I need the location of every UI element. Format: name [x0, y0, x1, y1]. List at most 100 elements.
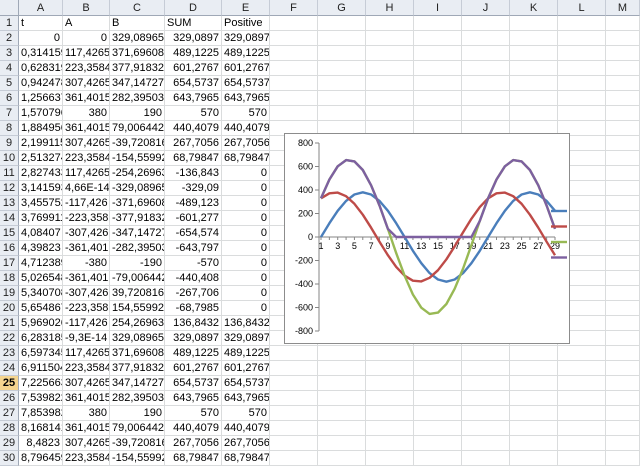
row-header[interactable]: 18 [0, 271, 19, 286]
cell[interactable]: -223,358 [63, 301, 110, 316]
cell[interactable]: 223,3584 [63, 361, 110, 376]
cell[interactable] [318, 406, 366, 421]
cell[interactable] [414, 406, 462, 421]
column-header-k[interactable]: K [510, 0, 558, 16]
cell[interactable] [414, 76, 462, 91]
cell[interactable] [558, 421, 606, 436]
cell[interactable] [414, 436, 462, 451]
cell[interactable] [462, 16, 510, 31]
cell[interactable] [558, 451, 606, 466]
row-header[interactable]: 1 [0, 16, 19, 31]
cell[interactable]: 0 [19, 31, 63, 46]
cell[interactable]: 489,1225 [222, 346, 270, 361]
cell[interactable]: 79,00644251 [110, 421, 165, 436]
cell[interactable]: 0,628319 [19, 61, 63, 76]
cell[interactable]: 6,597345 [19, 346, 63, 361]
cell[interactable]: 0 [222, 211, 270, 226]
cell[interactable] [366, 61, 414, 76]
column-header-b[interactable]: B [63, 0, 110, 16]
cell[interactable]: 5,026548 [19, 271, 63, 286]
cell[interactable] [558, 46, 606, 61]
cell[interactable]: 489,1225 [222, 46, 270, 61]
cell[interactable]: 3,769911 [19, 211, 63, 226]
cell[interactable]: 5,654867 [19, 301, 63, 316]
cell[interactable] [318, 436, 366, 451]
cell[interactable]: 0 [222, 196, 270, 211]
row-header[interactable]: 4 [0, 61, 19, 76]
cell[interactable]: 307,4265 [63, 76, 110, 91]
cell[interactable] [606, 166, 640, 181]
cell[interactable] [606, 376, 640, 391]
cell[interactable]: 223,3584 [63, 61, 110, 76]
cell[interactable]: B [110, 16, 165, 31]
cell[interactable]: 0 [222, 286, 270, 301]
cell[interactable] [558, 436, 606, 451]
column-header-e[interactable]: E [222, 0, 270, 16]
cell[interactable]: 643,7965 [222, 91, 270, 106]
cell[interactable]: 377,9183202 [110, 361, 165, 376]
cell[interactable]: 570 [222, 406, 270, 421]
row-header[interactable]: 30 [0, 451, 19, 466]
cell[interactable]: 68,79847 [165, 151, 222, 166]
row-header[interactable]: 3 [0, 46, 19, 61]
row-header[interactable]: 14 [0, 211, 19, 226]
cell[interactable]: -440,408 [165, 271, 222, 286]
cell[interactable]: 570 [165, 406, 222, 421]
cell[interactable]: -307,426 [63, 226, 110, 241]
cell[interactable] [510, 361, 558, 376]
cell[interactable] [510, 61, 558, 76]
cell[interactable] [366, 76, 414, 91]
cell[interactable] [510, 106, 558, 121]
cell[interactable]: 0 [222, 226, 270, 241]
row-header[interactable]: 24 [0, 361, 19, 376]
cell[interactable]: -601,277 [165, 211, 222, 226]
cell[interactable] [318, 346, 366, 361]
cell[interactable] [558, 376, 606, 391]
cell[interactable] [270, 391, 318, 406]
cell[interactable]: 4,39823 [19, 241, 63, 256]
cell[interactable]: -254,26963 [110, 166, 165, 181]
cell[interactable]: 7,225663 [19, 376, 63, 391]
cell[interactable] [462, 436, 510, 451]
cell[interactable]: 440,4079 [222, 121, 270, 136]
cell[interactable] [606, 106, 640, 121]
cell[interactable]: 79,00644251 [110, 121, 165, 136]
cell[interactable] [318, 91, 366, 106]
cell[interactable]: -654,574 [165, 226, 222, 241]
row-header[interactable]: 22 [0, 331, 19, 346]
cell[interactable] [462, 91, 510, 106]
cell[interactable] [558, 406, 606, 421]
cell[interactable] [558, 361, 606, 376]
cell[interactable]: 3,141593 [19, 181, 63, 196]
cell[interactable] [510, 91, 558, 106]
row-header[interactable]: 6 [0, 91, 19, 106]
cell[interactable] [606, 136, 640, 151]
cell[interactable]: 2,513274 [19, 151, 63, 166]
cell[interactable] [606, 241, 640, 256]
cell[interactable]: 190 [110, 406, 165, 421]
cell[interactable] [606, 391, 640, 406]
cell[interactable]: 643,7965 [165, 391, 222, 406]
cell[interactable]: 0 [222, 256, 270, 271]
cell[interactable] [510, 391, 558, 406]
cell[interactable] [606, 436, 640, 451]
column-header-j[interactable]: J [462, 0, 510, 16]
cell[interactable]: 39,72081604 [110, 286, 165, 301]
cell[interactable] [366, 91, 414, 106]
cell[interactable] [606, 256, 640, 271]
cell[interactable]: 361,4015 [63, 91, 110, 106]
cell[interactable] [366, 376, 414, 391]
cell[interactable]: 380 [63, 406, 110, 421]
cell[interactable]: 601,2767 [165, 61, 222, 76]
row-header[interactable]: 25 [0, 376, 19, 391]
cell[interactable] [606, 16, 640, 31]
cell[interactable] [558, 16, 606, 31]
cell[interactable] [318, 376, 366, 391]
cell[interactable] [462, 31, 510, 46]
cell[interactable]: 8,4823 [19, 436, 63, 451]
cell[interactable] [606, 121, 640, 136]
cell[interactable] [606, 31, 640, 46]
cell[interactable]: 0 [222, 301, 270, 316]
cell[interactable] [606, 421, 640, 436]
row-header[interactable]: 23 [0, 346, 19, 361]
